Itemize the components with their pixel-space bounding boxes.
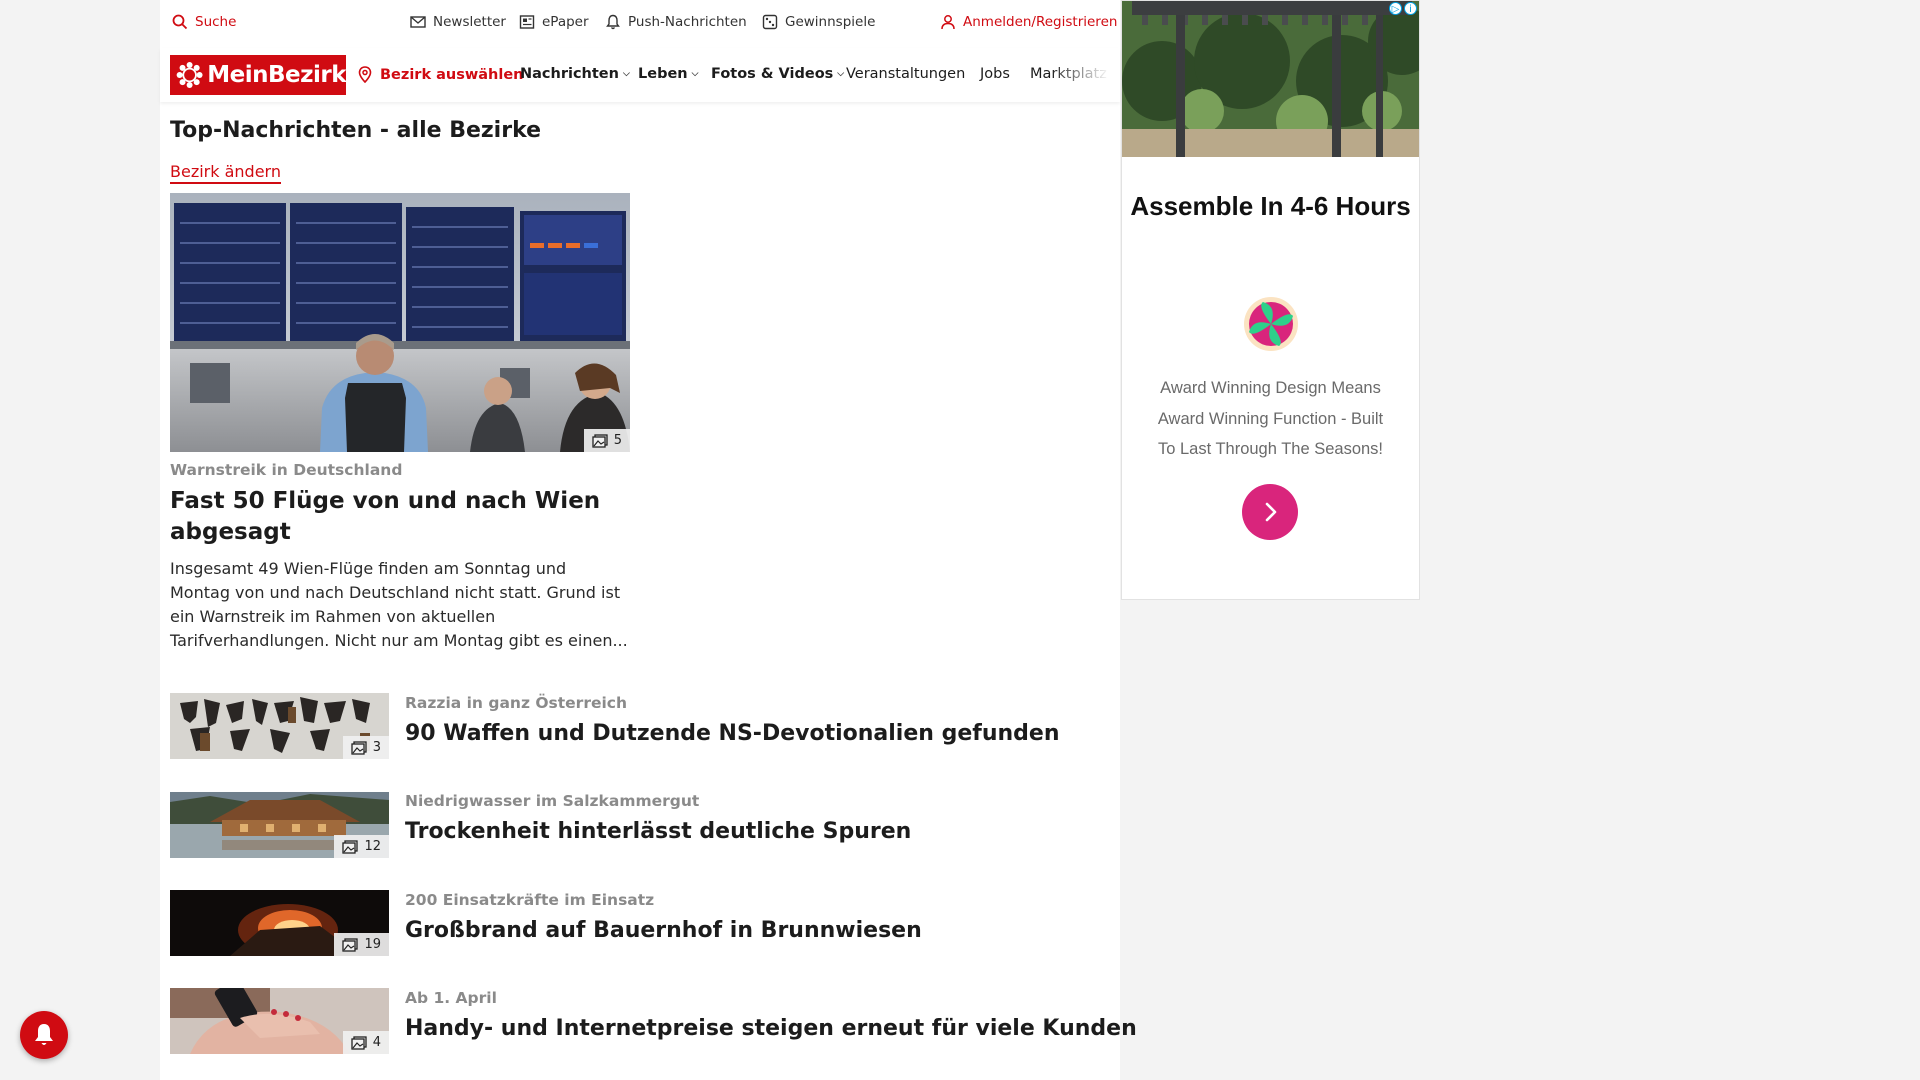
photo-count: 3	[372, 740, 381, 755]
ad-image[interactable]: ▷ i	[1122, 1, 1419, 157]
nav-item-label: Fotos & Videos	[711, 66, 834, 82]
photo-count: 4	[372, 1035, 381, 1050]
mail-icon	[410, 16, 426, 28]
newspaper-icon	[519, 15, 535, 29]
ad-choices-info-icon: i	[1404, 2, 1417, 15]
logo-flower-icon	[176, 62, 203, 88]
airport-photo	[170, 193, 630, 452]
search-label: Suche	[195, 14, 237, 30]
bezirk-select-button[interactable]: Bezirk auswählen	[358, 66, 524, 83]
pergola-photo	[1122, 1, 1419, 157]
meinbezirk-logo[interactable]: MeinBezirk	[170, 55, 346, 95]
newsletter-link[interactable]: Newsletter	[410, 14, 506, 30]
chevron-down-icon: ⌵	[622, 69, 630, 79]
advertisement[interactable]: ▷ i Assemble In 4-6 Hours Award Winning …	[1121, 0, 1420, 600]
gallery-icon	[342, 937, 359, 952]
photo-count-badge: 12	[334, 835, 389, 858]
notification-bell-button[interactable]	[20, 1011, 68, 1059]
contests-link[interactable]: Gewinnspiele	[762, 14, 875, 30]
epaper-label: ePaper	[542, 14, 589, 30]
ad-brand-logo-icon	[1244, 297, 1298, 351]
photo-count-badge: 4	[342, 1031, 389, 1054]
change-bezirk-link[interactable]: Bezirk ändern	[170, 162, 281, 184]
article-thumbnail[interactable]: 12	[170, 792, 389, 858]
nav-fade-overlay	[1050, 48, 1110, 102]
gallery-icon	[351, 740, 367, 755]
nav-item-label: Jobs	[980, 66, 1010, 82]
ad-title: Assemble In 4-6 Hours	[1130, 191, 1411, 221]
nav-item-veranstaltungen[interactable]: Veranstaltungen	[846, 66, 965, 82]
search-icon	[172, 14, 188, 30]
utility-bar: Suche Newsletter ePaper Push-Nachrichten…	[160, 0, 1120, 48]
gallery-icon	[592, 433, 608, 448]
article-title[interactable]: 90 Waffen und Dutzende NS-Devotionalien …	[405, 721, 1059, 746]
push-label: Push-Nachrichten	[628, 14, 747, 30]
bell-icon	[606, 14, 620, 30]
section-title: Top-Nachrichten - alle Bezirke	[170, 118, 542, 143]
article-title[interactable]: Trockenheit hinterlässt deutliche Spuren	[405, 819, 911, 844]
article-kicker: 200 Einsatzkräfte im Einsatz	[405, 891, 655, 909]
dice-icon	[762, 14, 778, 30]
top-story-teaser: Insgesamt 49 Wien-Flüge finden am Sonnta…	[170, 559, 628, 650]
chevron-down-icon: ⌵	[691, 69, 699, 79]
nav-item-label: Veranstaltungen	[846, 66, 966, 82]
article-thumbnail[interactable]: 4	[170, 988, 389, 1054]
nav-item-label: Leben	[638, 66, 688, 82]
nav-item-label: Nachrichten	[520, 66, 619, 82]
article-kicker: Ab 1. April	[405, 989, 497, 1007]
gallery-icon	[342, 839, 359, 854]
contests-label: Gewinnspiele	[785, 14, 876, 30]
article-title[interactable]: Großbrand auf Bauernhof in Brunnwiesen	[405, 918, 922, 943]
top-story-title[interactable]: Fast 50 Flüge von und nach Wien abgesagt	[170, 486, 640, 548]
ad-choices[interactable]: ▷ i	[1389, 2, 1417, 15]
epaper-link[interactable]: ePaper	[519, 14, 589, 30]
newsletter-label: Newsletter	[433, 14, 506, 30]
nav-item-leben[interactable]: Leben ⌵	[638, 66, 698, 82]
photo-count-badge: 5	[583, 429, 630, 452]
article-kicker: Razzia in ganz Österreich	[405, 694, 628, 712]
logo-text: MeinBezirk	[207, 62, 346, 88]
ad-choices-play-icon: ▷	[1389, 2, 1402, 15]
article-title[interactable]: Handy- und Internetpreise steigen erneut…	[405, 1016, 1137, 1041]
photo-count-badge: 19	[334, 933, 389, 956]
login-link[interactable]: Anmelden/Registrieren	[940, 14, 1117, 30]
nav-item-jobs[interactable]: Jobs	[980, 66, 1010, 82]
user-icon	[941, 15, 955, 30]
article-thumbnail[interactable]: 3	[170, 693, 389, 759]
gallery-icon	[351, 1035, 367, 1050]
photo-count: 12	[364, 839, 381, 854]
photo-count: 5	[613, 433, 622, 448]
main-navigation: MeinBezirk Bezirk auswählen Nachrichten …	[160, 48, 1120, 102]
article-kicker: Niedrigwasser im Salzkammergut	[405, 792, 700, 810]
photo-count-badge: 3	[342, 736, 389, 759]
top-story-kicker: Warnstreik in Deutschland	[170, 461, 403, 479]
chevron-right-icon	[1265, 502, 1277, 522]
page: Suche Newsletter ePaper Push-Nachrichten…	[0, 0, 1920, 1080]
push-notifications-link[interactable]: Push-Nachrichten	[605, 14, 747, 30]
nav-item-nachrichten[interactable]: Nachrichten ⌵	[520, 66, 630, 82]
nav-item-fotos-videos[interactable]: Fotos & Videos ⌵	[711, 66, 844, 82]
search-link[interactable]: Suche	[172, 14, 236, 30]
article-thumbnail[interactable]: 19	[170, 890, 389, 956]
photo-count: 19	[364, 937, 381, 952]
bell-icon	[35, 1024, 53, 1045]
login-label: Anmelden/Registrieren	[963, 14, 1118, 30]
top-story-image[interactable]: 5	[170, 193, 630, 452]
ad-body: Award Winning Design Means Award Winning…	[1157, 379, 1384, 458]
ad-cta-button[interactable]	[1242, 484, 1298, 540]
chevron-down-icon: ⌵	[837, 69, 845, 79]
bezirk-select-label: Bezirk auswählen	[380, 66, 524, 83]
map-pin-icon	[358, 66, 372, 83]
